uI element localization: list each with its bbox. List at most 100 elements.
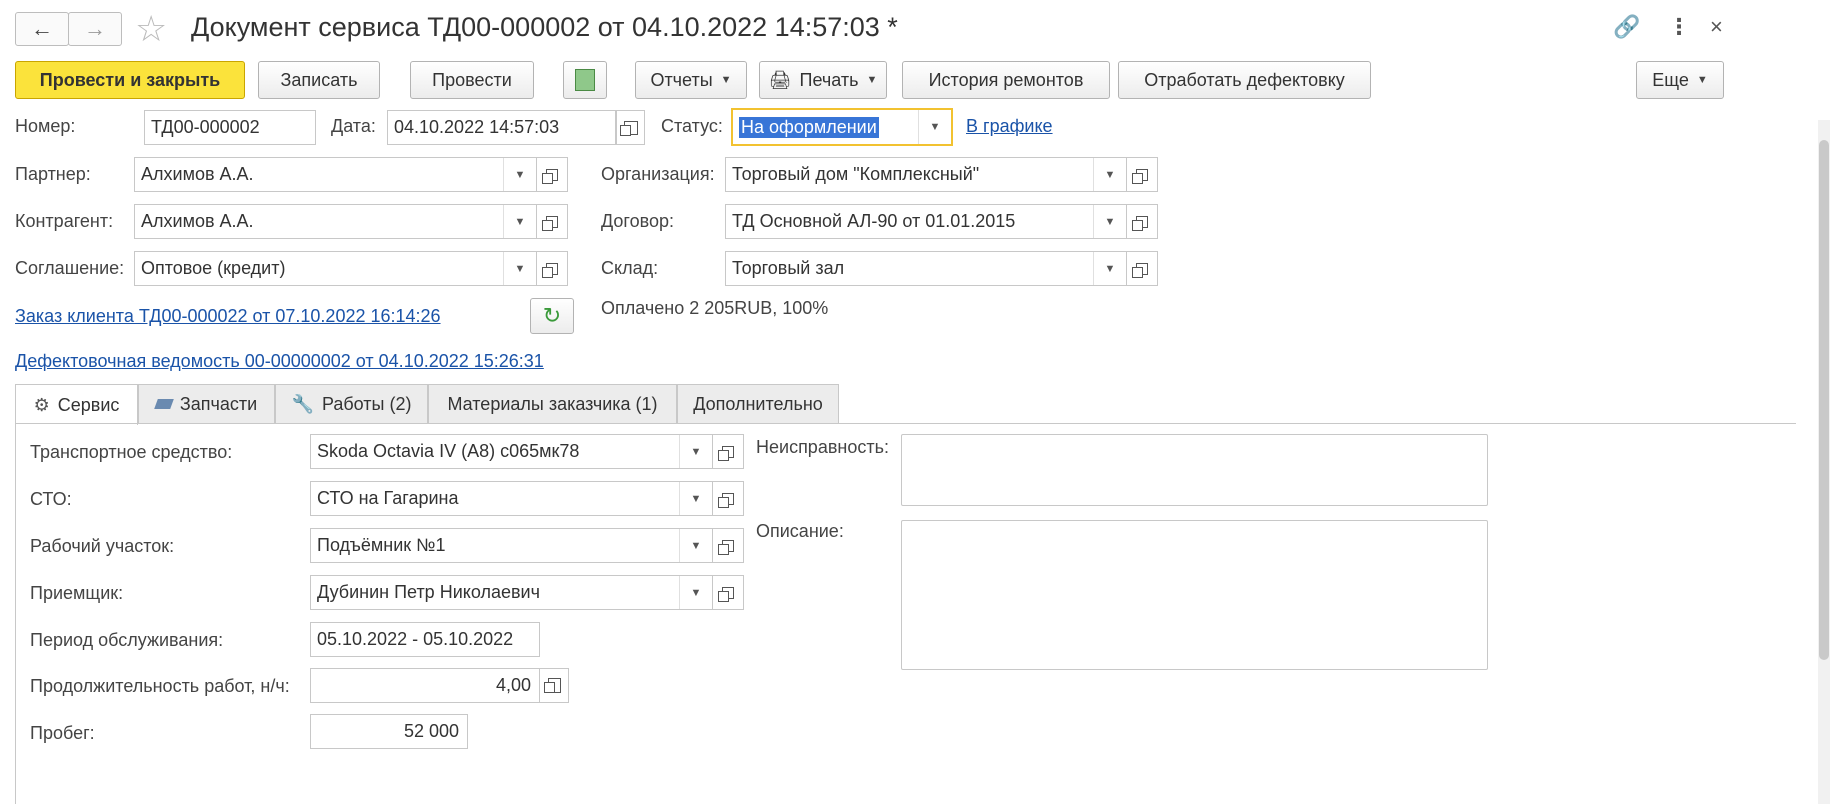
- chevron-down-icon[interactable]: ▼: [918, 110, 951, 144]
- description-label: Описание:: [756, 521, 844, 541]
- tab-additional-label: Дополнительно: [693, 393, 823, 414]
- status-value: На оформлении: [739, 116, 879, 138]
- link-icon[interactable]: 🔗: [1613, 14, 1640, 40]
- related-documents-button[interactable]: [563, 61, 607, 99]
- post-button[interactable]: Провести: [410, 61, 534, 99]
- number-field[interactable]: ТД00-000002: [144, 110, 316, 145]
- period-field[interactable]: 05.10.2022 - 05.10.2022: [310, 622, 540, 657]
- open-icon: [718, 586, 734, 602]
- chevron-down-icon[interactable]: ▼: [503, 158, 536, 191]
- open-icon: [718, 492, 734, 508]
- duration-field[interactable]: 4,00: [310, 668, 540, 703]
- chevron-down-icon[interactable]: ▼: [679, 576, 712, 609]
- sto-label: СТО:: [30, 489, 72, 509]
- malfunction-textarea[interactable]: [901, 434, 1488, 506]
- vehicle-open-button[interactable]: [713, 434, 744, 469]
- chevron-down-icon[interactable]: ▼: [679, 435, 712, 468]
- receiver-label: Приемщик:: [30, 583, 124, 603]
- warehouse-field[interactable]: Торговый зал ▼: [725, 251, 1127, 286]
- close-icon[interactable]: ×: [1710, 14, 1723, 40]
- number-value: ТД00-000002: [151, 117, 260, 137]
- description-textarea[interactable]: [901, 520, 1488, 670]
- malfunction-label: Неисправность:: [756, 437, 889, 457]
- back-button[interactable]: ←: [15, 12, 69, 46]
- open-icon: [542, 168, 558, 184]
- mileage-label: Пробег:: [30, 723, 95, 743]
- warehouse-open-button[interactable]: [1127, 251, 1158, 286]
- organization-field[interactable]: Торговый дом "Комплексный" ▼: [725, 157, 1127, 192]
- organization-value: Торговый дом "Комплексный": [732, 164, 980, 184]
- sto-open-button[interactable]: [713, 481, 744, 516]
- contractor-label: Контрагент:: [15, 211, 114, 231]
- process-defects-button[interactable]: Отработать дефектовку: [1118, 61, 1371, 99]
- more-label: Еще: [1652, 69, 1689, 90]
- save-button[interactable]: Записать: [258, 61, 380, 99]
- arrow-left-icon: ←: [31, 16, 53, 41]
- defect-sheet-link[interactable]: Дефектовочная ведомость 00-00000002 от 0…: [15, 351, 544, 372]
- chevron-down-icon[interactable]: ▼: [1093, 252, 1126, 285]
- more-vertical-icon[interactable]: ⋮: [1668, 14, 1690, 40]
- status-select[interactable]: На оформлении ▼: [731, 108, 953, 146]
- print-button[interactable]: 🖨 Печать ▼: [759, 61, 887, 99]
- receiver-field[interactable]: Дубинин Петр Николаевич ▼: [310, 575, 713, 610]
- calendar-button[interactable]: [616, 110, 645, 145]
- chevron-down-icon[interactable]: ▼: [679, 482, 712, 515]
- organization-label: Организация:: [601, 164, 715, 184]
- workplace-open-button[interactable]: [713, 528, 744, 563]
- open-icon: [1132, 168, 1148, 184]
- partner-open-button[interactable]: [537, 157, 568, 192]
- mileage-field[interactable]: 52 000: [310, 714, 468, 749]
- chevron-down-icon[interactable]: ▼: [503, 252, 536, 285]
- agreement-label: Соглашение:: [15, 258, 125, 278]
- workplace-field[interactable]: Подъёмник №1 ▼: [310, 528, 713, 563]
- schedule-link[interactable]: В графике: [966, 116, 1053, 137]
- favorite-star-icon[interactable]: ☆: [135, 8, 167, 50]
- vertical-scrollbar[interactable]: [1818, 120, 1830, 804]
- refresh-icon: ↻: [542, 303, 562, 328]
- tab-customer-materials-label: Материалы заказчика (1): [447, 393, 658, 414]
- open-icon: [718, 539, 734, 555]
- date-value: 04.10.2022 14:57:03: [394, 117, 560, 137]
- tab-works[interactable]: 🔧 Работы (2): [275, 384, 428, 424]
- scrollbar-thumb[interactable]: [1819, 140, 1829, 660]
- tab-parts-label: Запчасти: [179, 393, 258, 414]
- vehicle-label: Транспортное средство:: [30, 442, 233, 462]
- tab-service-label: Сервис: [57, 394, 120, 415]
- contractor-field[interactable]: Алхимов А.А. ▼: [134, 204, 537, 239]
- agreement-field[interactable]: Оптовое (кредит) ▼: [134, 251, 537, 286]
- calculator-button[interactable]: [540, 668, 569, 703]
- reports-button[interactable]: Отчеты ▼: [635, 61, 747, 99]
- contractor-open-button[interactable]: [537, 204, 568, 239]
- tab-parts[interactable]: Запчасти: [138, 384, 275, 424]
- chevron-down-icon[interactable]: ▼: [679, 529, 712, 562]
- forward-button[interactable]: →: [68, 12, 122, 46]
- refresh-button[interactable]: ↻: [530, 298, 574, 334]
- partner-label: Партнер:: [15, 164, 91, 184]
- client-order-link[interactable]: Заказ клиента ТД00-000022 от 07.10.2022 …: [15, 306, 441, 327]
- print-label: Печать: [799, 69, 859, 90]
- vehicle-field[interactable]: Skoda Octavia IV (A8) с065мк78 ▼: [310, 434, 713, 469]
- date-field[interactable]: 04.10.2022 14:57:03: [387, 110, 616, 145]
- date-label: Дата:: [331, 116, 376, 136]
- partner-field[interactable]: Алхимов А.А. ▼: [134, 157, 537, 192]
- warehouse-label: Склад:: [601, 258, 659, 278]
- sto-field[interactable]: СТО на Гагарина ▼: [310, 481, 713, 516]
- organization-open-button[interactable]: [1127, 157, 1158, 192]
- save-label: Записать: [280, 69, 358, 90]
- open-icon: [1132, 262, 1148, 278]
- contract-label: Договор:: [601, 211, 674, 231]
- receiver-open-button[interactable]: [713, 575, 744, 610]
- contract-field[interactable]: ТД Основной АЛ-90 от 01.01.2015 ▼: [725, 204, 1127, 239]
- post-and-close-button[interactable]: Провести и закрыть: [15, 61, 245, 99]
- repair-history-button[interactable]: История ремонтов: [902, 61, 1110, 99]
- chevron-down-icon[interactable]: ▼: [1093, 158, 1126, 191]
- more-button[interactable]: Еще ▼: [1636, 61, 1724, 99]
- chevron-down-icon[interactable]: ▼: [1093, 205, 1126, 238]
- tab-additional[interactable]: Дополнительно: [677, 384, 839, 424]
- chevron-down-icon[interactable]: ▼: [503, 205, 536, 238]
- contract-open-button[interactable]: [1127, 204, 1158, 239]
- tab-customer-materials[interactable]: Материалы заказчика (1): [428, 384, 677, 424]
- agreement-open-button[interactable]: [537, 251, 568, 286]
- paid-text: Оплачено 2 205RUB, 100%: [601, 298, 829, 318]
- tab-service[interactable]: ⚙ Сервис: [15, 384, 138, 425]
